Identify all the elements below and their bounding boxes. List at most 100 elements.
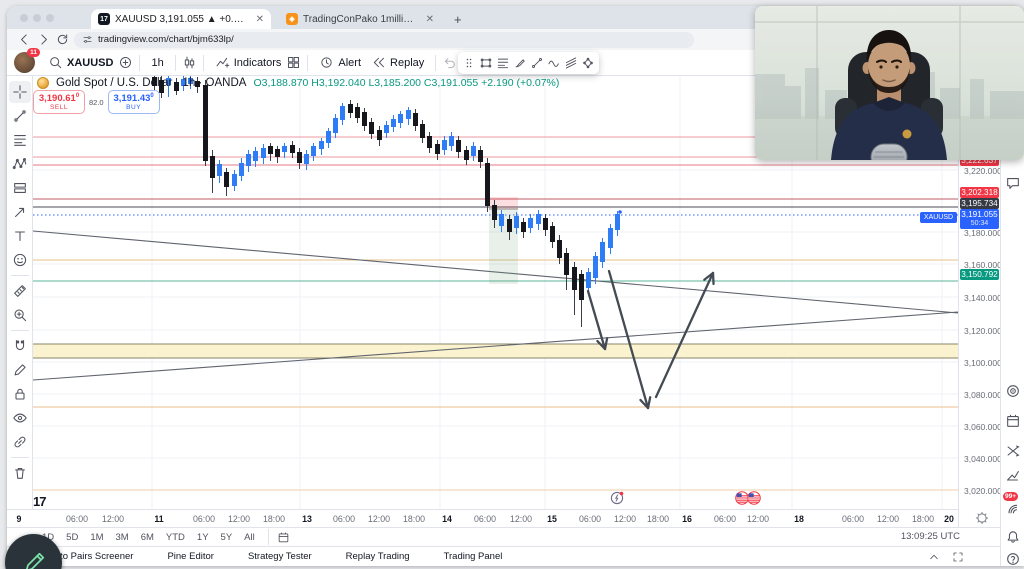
fib-icon[interactable] [496, 56, 510, 70]
divider [174, 54, 176, 71]
lock-tool[interactable] [9, 383, 31, 405]
clock-utc[interactable]: 13:09:25 UTC [901, 531, 960, 542]
forward-icon[interactable] [36, 32, 51, 47]
price-grid-label: 3,080.000 [964, 390, 1002, 400]
draw-tool[interactable] [9, 359, 31, 381]
divider [307, 54, 309, 71]
panel-tab-strategy-tester[interactable]: Strategy Tester [248, 551, 312, 562]
chart-style-icon[interactable] [182, 55, 197, 70]
screen: 17 XAUUSD 3,191.055 ▲ +0.42… ✕ ◈ Trading… [0, 0, 1024, 569]
buy-button[interactable]: 3,191.430 BUY [107, 90, 160, 115]
symbol-search-button[interactable]: XAUUSD [43, 55, 118, 70]
microphone [870, 143, 908, 160]
object-tree-icon[interactable] [1005, 443, 1021, 459]
zoomin-tool[interactable] [9, 304, 31, 326]
panel-tab-trading-panel[interactable]: Trading Panel [444, 551, 503, 562]
axis-settings-icon[interactable] [975, 511, 989, 525]
time-axis[interactable]: 9 06:00 12:00 11 06:00 12:00 18:00 13 06:00 12:00… [7, 509, 958, 527]
tab-title: XAUUSD 3,191.055 ▲ +0.42… [115, 13, 249, 25]
arrowmark-tool[interactable] [9, 201, 31, 223]
bar-replay-clock-icon[interactable] [610, 491, 624, 510]
range-1y-button[interactable]: 1Y [192, 531, 214, 544]
address-bar[interactable]: tradingview.com/chart/bjm633lp/ [74, 31, 694, 48]
window-zoom-button[interactable] [46, 14, 54, 22]
diamond-icon[interactable] [581, 56, 595, 70]
trendline-tool[interactable] [9, 105, 31, 127]
divider [10, 457, 29, 458]
fullscreen-icon[interactable] [952, 551, 964, 563]
user-avatar[interactable]: 11 [14, 48, 40, 73]
range-3m-button[interactable]: 3M [111, 531, 134, 544]
expand-panel-icon[interactable] [928, 551, 940, 563]
price-grid-label: 3,020.000 [964, 486, 1002, 496]
tab-tradingconpako[interactable]: ◈ TradingConPako 1million | My… ✕ [279, 9, 441, 29]
crosshair-tool[interactable] [8, 81, 31, 103]
trendline-icon[interactable] [530, 56, 544, 70]
calendar-icon[interactable] [1005, 413, 1021, 429]
tab-xauusd[interactable]: 17 XAUUSD 3,191.055 ▲ +0.42… ✕ [91, 9, 271, 29]
range-6m-button[interactable]: 6M [136, 531, 159, 544]
link-tool[interactable] [9, 431, 31, 453]
magnet-tool[interactable] [9, 335, 31, 357]
window-minimize-button[interactable] [33, 14, 41, 22]
range-1m-button[interactable]: 1M [85, 531, 108, 544]
indicators-button[interactable]: Indicators [210, 55, 287, 70]
position-tool[interactable] [9, 177, 31, 199]
interval-button[interactable]: 1h [146, 57, 168, 69]
chart-legend[interactable]: Gold Spot / U.S. Dollar · 1h · OANDA O3,… [37, 77, 559, 89]
range-5d-button[interactable]: 5D [61, 531, 83, 544]
range-5y-button[interactable]: 5Y [216, 531, 238, 544]
data-window-icon[interactable] [1005, 468, 1021, 484]
disjoint-icon[interactable] [564, 56, 578, 70]
time-axis-label: 12:00 [101, 514, 125, 524]
divider [139, 54, 141, 71]
handle-icon[interactable] [462, 56, 476, 70]
notifications-bell-icon[interactable] [1005, 529, 1021, 545]
time-axis-label: 18:00 [262, 514, 286, 524]
ohlc-values: O3,188.870 H3,192.040 L3,185.200 C3,191.… [253, 77, 560, 89]
compare-symbol-icon[interactable] [118, 55, 133, 70]
tradingview-favicon: 17 [98, 13, 110, 25]
go-to-date-icon[interactable] [277, 531, 290, 544]
close-tab-icon[interactable]: ✕ [256, 14, 264, 25]
undo-icon[interactable] [442, 55, 457, 70]
new-tab-button[interactable]: + [447, 9, 467, 29]
reload-icon[interactable] [55, 32, 70, 47]
panel-tab-pine-editor[interactable]: Pine Editor [167, 551, 213, 562]
fib-tool[interactable] [9, 129, 31, 151]
ruler-tool[interactable] [9, 280, 31, 302]
time-axis-label: 12:00 [613, 514, 637, 524]
wave-icon[interactable] [547, 56, 561, 70]
time-axis-label: 15 [547, 514, 557, 524]
pencil-icon [25, 552, 44, 569]
recttool-icon[interactable] [479, 56, 493, 70]
emoji-tool[interactable] [9, 249, 31, 271]
divider [202, 54, 204, 71]
time-axis-label: 06:00 [578, 514, 602, 524]
session-flag-icon[interactable] [747, 491, 761, 510]
site-settings-icon[interactable] [82, 34, 93, 45]
help-icon[interactable] [1005, 551, 1021, 567]
range-ytd-button[interactable]: YTD [161, 531, 190, 544]
text-tool[interactable] [9, 225, 31, 247]
streams-icon[interactable] [1005, 500, 1021, 516]
close-icon[interactable]: ✕ [426, 14, 434, 25]
window-close-button[interactable] [20, 14, 28, 22]
chat-icon[interactable] [1005, 175, 1021, 191]
brush-icon[interactable] [513, 56, 527, 70]
range-all-button[interactable]: All [239, 531, 260, 544]
symbol-label: XAUUSD [67, 56, 114, 69]
remove-tool[interactable] [9, 462, 31, 484]
symbol-title: Gold Spot / U.S. Dollar · 1h · OANDA [56, 77, 247, 89]
layout-templates-icon[interactable] [286, 55, 301, 70]
time-axis-label: 12:00 [509, 514, 533, 524]
panel-tab-replay-trading[interactable]: Replay Trading [346, 551, 410, 562]
time-axis-label: 12:00 [367, 514, 391, 524]
hotlist-icon[interactable] [1005, 383, 1021, 399]
back-icon[interactable] [17, 32, 32, 47]
sell-button[interactable]: 3,190.610 SELL [33, 90, 85, 115]
replay-button[interactable]: Replay [366, 55, 429, 70]
pattern-tool[interactable] [9, 153, 31, 175]
alert-button[interactable]: Alert [314, 55, 366, 70]
hide-tool[interactable] [9, 407, 31, 429]
